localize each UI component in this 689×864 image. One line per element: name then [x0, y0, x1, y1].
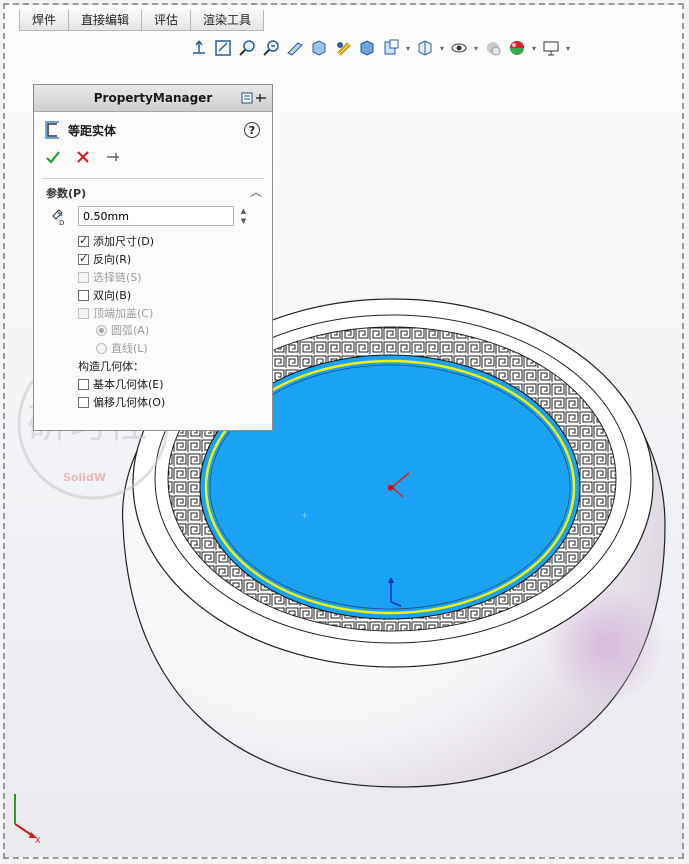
view-settings-icon[interactable]	[540, 37, 562, 59]
add-dimension-option[interactable]: 添加尺寸(D)	[78, 233, 154, 249]
pm-action-buttons	[44, 148, 122, 166]
reverse-option[interactable]: 反向(R)	[78, 251, 131, 267]
svg-text:✱: ✱	[387, 484, 395, 494]
arc-radio	[96, 324, 107, 336]
parameters-group-title[interactable]: 参数(P)	[46, 185, 86, 201]
section-view-icon[interactable]	[284, 37, 306, 59]
add-dimension-checkbox[interactable]	[78, 234, 89, 247]
cap-ends-checkbox	[78, 307, 89, 319]
eye-icon[interactable]	[448, 37, 470, 59]
view-orientation-icon[interactable]	[188, 37, 210, 59]
cap-ends-label: 顶端加盖(C)	[93, 307, 154, 320]
reference-triad: X	[14, 794, 41, 844]
cap-ends-option: 顶端加盖(C)	[78, 305, 153, 321]
chevron-down-icon[interactable]: ▾	[530, 37, 538, 59]
chevron-down-icon[interactable]: ▾	[564, 37, 572, 59]
property-manager-title: PropertyManager	[93, 91, 213, 105]
property-manager-header: PropertyManager	[34, 85, 272, 112]
x-axis-label: X	[35, 836, 41, 844]
edit-appearance-icon[interactable]	[414, 37, 436, 59]
base-geometry-checkbox[interactable]	[78, 378, 89, 390]
tab-render-tools[interactable]: 渲染工具	[190, 10, 265, 31]
property-manager-panel: PropertyManager 等距实体 ? 参数(P) ︿ D 0.50mm …	[33, 84, 273, 431]
feature-title: 等距实体	[44, 119, 116, 141]
bidirectional-checkbox[interactable]	[78, 289, 89, 301]
svg-text:D: D	[59, 219, 64, 226]
distance-spinner[interactable]: ▲ ▼	[237, 206, 250, 226]
reverse-label: 反向(R)	[93, 253, 132, 266]
display-style-icon[interactable]	[356, 37, 378, 59]
distance-icon: D	[52, 209, 64, 226]
offset-geometry-checkbox[interactable]	[78, 396, 89, 408]
select-chain-checkbox	[78, 271, 89, 283]
command-manager-tabs: 焊件 直接编辑 评估 渲染工具	[19, 10, 265, 32]
offset-geometry-label: 偏移几何体(O)	[93, 396, 166, 409]
construction-geometry-label: 构造几何体：	[78, 360, 144, 373]
view-style-icon[interactable]	[332, 37, 354, 59]
select-chain-label: 选择链(S)	[93, 271, 142, 284]
dynamic-annotation-icon[interactable]	[308, 37, 330, 59]
offset-geometry-option[interactable]: 偏移几何体(O)	[78, 394, 165, 410]
arc-option: 圆弧(A)	[96, 322, 149, 338]
bidirectional-label: 双向(B)	[93, 289, 132, 302]
graphics-area[interactable]: ✱ + 研习社 SolidW 焊件 直接编辑 评估 渲染工具 ▾ ▾	[3, 3, 684, 859]
base-geometry-label: 基本几何体(E)	[93, 378, 164, 391]
feature-title-text: 等距实体	[68, 123, 117, 138]
divider	[42, 178, 264, 179]
ok-button[interactable]	[44, 148, 62, 166]
base-geometry-option[interactable]: 基本几何体(E)	[78, 376, 164, 392]
cancel-button[interactable]	[74, 148, 92, 166]
heads-up-view-toolbar: ▾ ▾ ▾ ▾ ▾	[188, 35, 572, 61]
previous-view-icon[interactable]	[260, 37, 282, 59]
chevron-up-icon[interactable]: ︿	[250, 183, 262, 200]
line-radio	[96, 342, 107, 354]
zoom-area-icon[interactable]	[236, 37, 258, 59]
tab-evaluate[interactable]: 评估	[141, 10, 192, 31]
chevron-down-icon[interactable]: ▾	[404, 37, 412, 59]
svg-text:SolidW: SolidW	[63, 471, 106, 484]
tab-weldments[interactable]: 焊件	[19, 10, 70, 31]
hide-show-icon[interactable]	[380, 37, 402, 59]
reverse-checkbox[interactable]	[78, 252, 89, 265]
add-dimension-label: 添加尺寸(D)	[93, 235, 155, 248]
bidirectional-option[interactable]: 双向(B)	[78, 287, 131, 303]
select-chain-option: 选择链(S)	[78, 269, 142, 285]
keep-visible-pushpin-button[interactable]	[104, 148, 122, 166]
line-label: 直线(L)	[111, 342, 148, 355]
chevron-down-icon[interactable]: ▾	[472, 37, 480, 59]
chevron-down-icon[interactable]: ▾	[438, 37, 446, 59]
tab-direct-editing[interactable]: 直接编辑	[68, 10, 143, 31]
offset-entities-icon	[45, 121, 59, 139]
apply-scene-icon[interactable]	[482, 37, 504, 59]
appearance-sphere-icon[interactable]	[506, 37, 528, 59]
svg-text:+: +	[301, 511, 309, 521]
line-option: 直线(L)	[96, 340, 148, 356]
arc-label: 圆弧(A)	[111, 324, 150, 337]
help-icon[interactable]: ?	[244, 122, 260, 138]
offset-distance-input[interactable]	[78, 206, 234, 226]
pin-icon[interactable]	[240, 90, 268, 106]
zoom-to-fit-icon[interactable]	[212, 37, 234, 59]
